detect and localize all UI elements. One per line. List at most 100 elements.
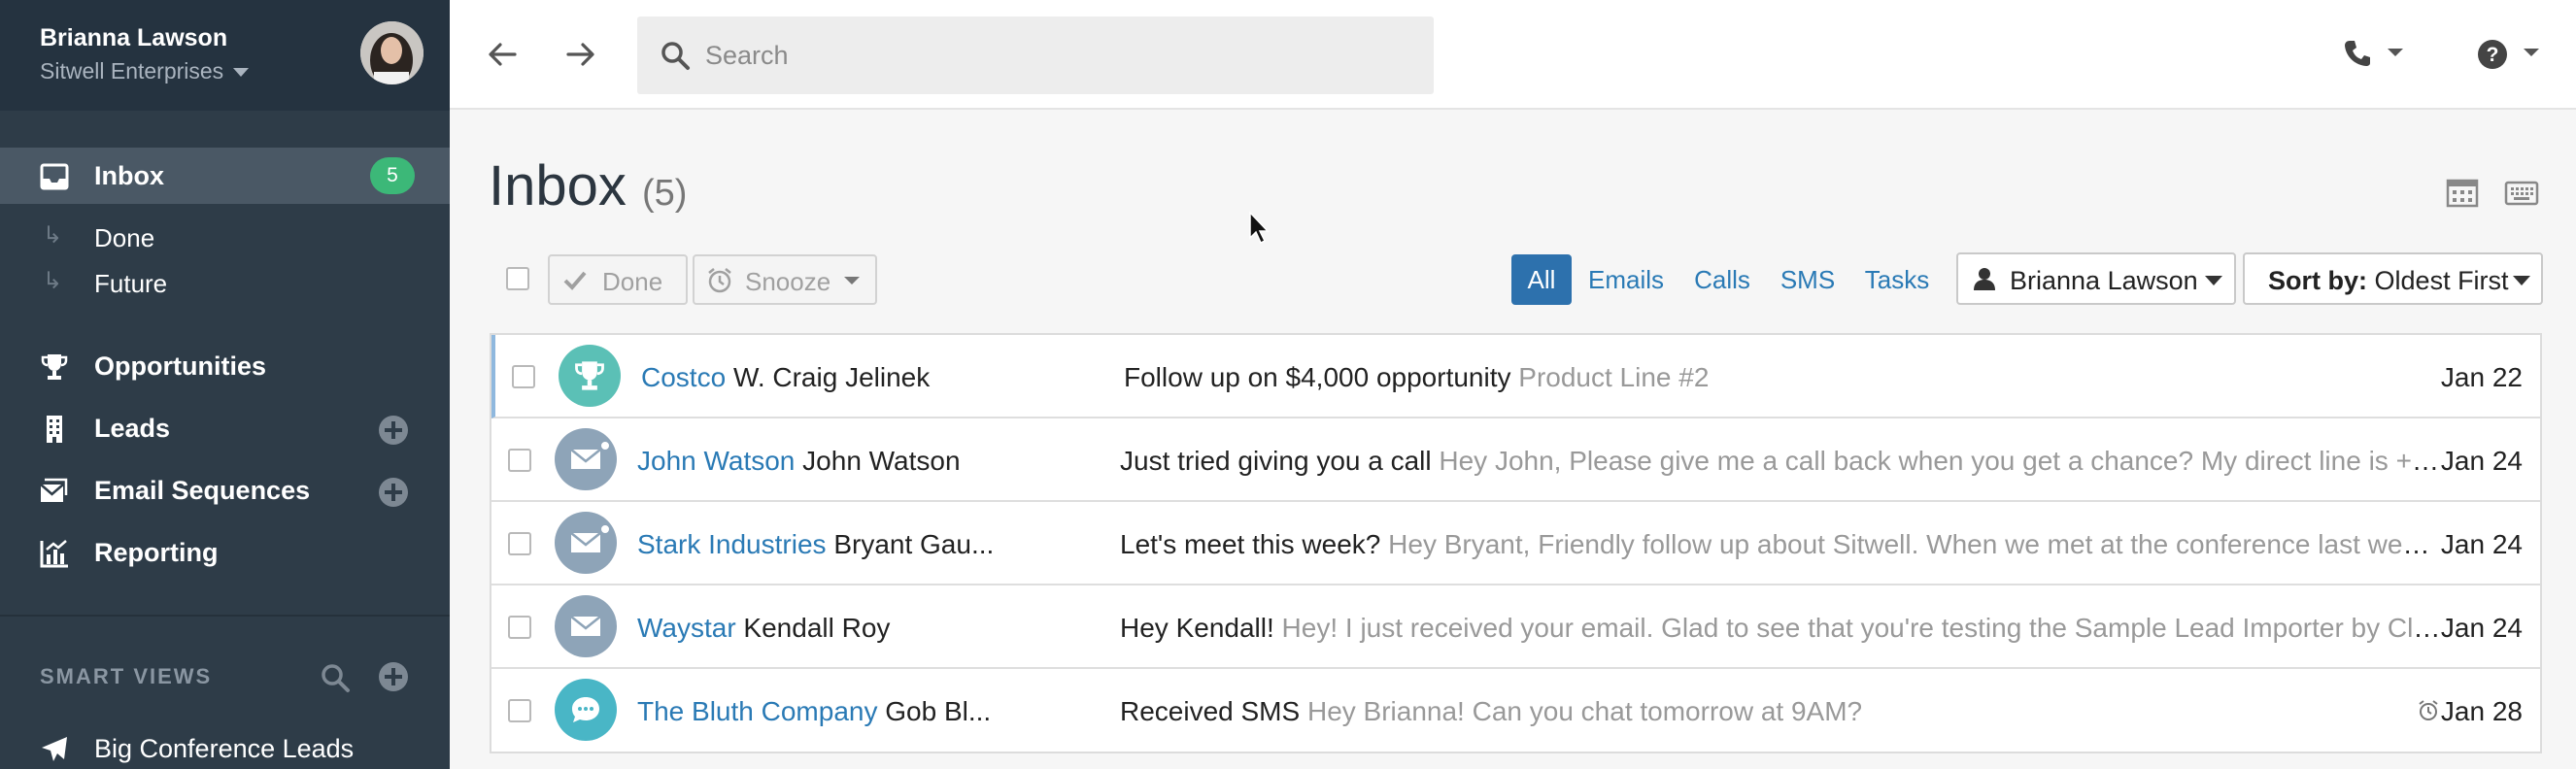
chevron-down-icon xyxy=(844,277,860,284)
email-icon xyxy=(570,616,601,636)
sort-value: Oldest First xyxy=(2374,266,2509,295)
company-link[interactable]: Costco xyxy=(641,362,726,392)
tab-emails[interactable]: Emails xyxy=(1585,254,1667,305)
tab-all[interactable]: All xyxy=(1511,254,1572,305)
chevron-down-icon xyxy=(2513,276,2530,285)
row-subject[interactable]: Received SMS Hey Brianna! Can you chat t… xyxy=(1120,696,2441,727)
user-filter-dropdown[interactable]: Brianna Lawson xyxy=(1956,252,2236,305)
preview-text: Hey! I just received your email. Glad to… xyxy=(1281,613,2441,643)
avatar[interactable] xyxy=(360,21,424,84)
row-subject[interactable]: Follow up on $4,000 opportunity Product … xyxy=(1124,362,2445,393)
contact-name[interactable]: Gob Bl... xyxy=(885,696,991,726)
unread-dot-icon xyxy=(599,523,611,535)
snooze-button[interactable]: Snooze xyxy=(693,254,877,305)
row-subject[interactable]: Hey Kendall! Hey! I just received your e… xyxy=(1120,613,2441,644)
row-lead[interactable]: Waystar Kendall Roy xyxy=(637,613,890,644)
row-checkbox[interactable] xyxy=(508,699,531,722)
tab-sms[interactable]: SMS xyxy=(1776,254,1840,305)
trophy-icon xyxy=(575,361,604,390)
contact-name[interactable]: Bryant Gau... xyxy=(833,529,994,559)
row-subject[interactable]: Just tried giving you a call Hey John, P… xyxy=(1120,446,2441,477)
sms-type-badge xyxy=(555,679,617,741)
email-type-badge xyxy=(555,595,617,657)
preview-text: Product Line #2 xyxy=(1518,362,1710,392)
chevron-down-icon xyxy=(2524,49,2539,56)
row-checkbox[interactable] xyxy=(508,449,531,472)
preview-text: Hey Bryant, Friendly follow up about Sit… xyxy=(1388,529,2441,559)
search-bar[interactable] xyxy=(637,17,1434,94)
back-arrow-icon[interactable] xyxy=(486,37,521,72)
table-row[interactable]: John Watson John Watson Just tried givin… xyxy=(491,418,2540,502)
user-name: Brianna Lawson xyxy=(40,24,228,51)
chevron-down-icon xyxy=(2388,49,2403,56)
phone-menu-button[interactable] xyxy=(2343,35,2407,74)
row-date: Jan 24 xyxy=(2440,529,2523,559)
tab-tasks[interactable]: Tasks xyxy=(1859,254,1935,305)
inbox-count-badge: 5 xyxy=(370,157,415,194)
keyboard-icon[interactable] xyxy=(2504,177,2539,208)
sidebar-item-label: Future xyxy=(94,269,168,298)
search-icon[interactable] xyxy=(320,662,351,693)
sidebar-item-email-sequences[interactable]: Email Sequences xyxy=(0,462,450,518)
user-icon xyxy=(1974,268,1995,290)
row-checkbox[interactable] xyxy=(508,532,531,555)
help-icon: ? xyxy=(2478,40,2507,69)
tab-calls[interactable]: Calls xyxy=(1688,254,1756,305)
sort-text: Sort by: Oldest First xyxy=(2268,266,2509,296)
done-button[interactable]: Done xyxy=(548,254,688,305)
table-row[interactable]: Stark Industries Bryant Gau... Let's mee… xyxy=(491,502,2540,585)
snooze-button-label: Snooze xyxy=(745,267,831,296)
email-icon xyxy=(570,449,601,469)
help-menu-button[interactable]: ? xyxy=(2477,35,2543,74)
sidebar: Brianna Lawson Sitwell Enterprises Inbox… xyxy=(0,0,450,769)
forward-arrow-icon[interactable] xyxy=(562,37,597,72)
chat-bubble-icon xyxy=(572,697,599,722)
contact-name[interactable]: John Watson xyxy=(802,446,960,476)
subject-text: Hey Kendall! xyxy=(1120,613,1274,643)
sidebar-divider xyxy=(0,615,450,617)
sidebar-item-inbox[interactable]: Inbox 5 xyxy=(0,148,450,204)
table-row[interactable]: The Bluth Company Gob Bl... Received SMS… xyxy=(491,669,2540,752)
sidebar-item-reporting[interactable]: Reporting xyxy=(0,524,450,581)
sidebar-item-opportunities[interactable]: Opportunities xyxy=(0,338,450,394)
add-smart-view-icon[interactable] xyxy=(379,662,408,691)
smart-view-big-conference-leads[interactable]: Big Conference Leads xyxy=(0,720,450,769)
sidebar-item-future[interactable]: ↳ Future xyxy=(0,259,450,304)
table-row[interactable]: Costco W. Craig Jelinek Follow up on $4,… xyxy=(491,335,2540,418)
row-lead[interactable]: The Bluth Company Gob Bl... xyxy=(637,696,991,727)
alarm-clock-icon xyxy=(2419,700,2438,720)
done-button-label: Done xyxy=(602,267,663,296)
search-input[interactable] xyxy=(705,17,1405,94)
company-link[interactable]: Waystar xyxy=(637,613,736,643)
page-title: Inbox (5) xyxy=(489,153,687,218)
company-link[interactable]: John Watson xyxy=(637,446,795,476)
row-lead[interactable]: John Watson John Watson xyxy=(637,446,961,477)
sidebar-item-done[interactable]: ↳ Done xyxy=(0,214,450,258)
calendar-icon[interactable] xyxy=(2445,177,2480,208)
row-lead[interactable]: Stark Industries Bryant Gau... xyxy=(637,529,994,560)
airplane-icon xyxy=(42,737,67,761)
row-subject[interactable]: Let's meet this week? Hey Bryant, Friend… xyxy=(1120,529,2441,560)
row-checkbox[interactable] xyxy=(508,616,531,639)
organization-switcher[interactable]: Sitwell Enterprises xyxy=(40,58,250,84)
add-sequence-icon[interactable] xyxy=(379,478,408,507)
opportunity-type-badge xyxy=(559,345,621,407)
company-link[interactable]: The Bluth Company xyxy=(637,696,877,726)
select-all-checkbox[interactable] xyxy=(506,267,529,290)
subject-text: Just tried giving you a call xyxy=(1120,446,1432,476)
sidebar-item-label: Opportunities xyxy=(94,351,266,381)
subject-text: Let's meet this week? xyxy=(1120,529,1381,559)
sidebar-item-leads[interactable]: Leads xyxy=(0,400,450,456)
sort-label: Sort by: xyxy=(2268,266,2368,295)
row-lead[interactable]: Costco W. Craig Jelinek xyxy=(641,362,930,393)
table-row[interactable]: Waystar Kendall Roy Hey Kendall! Hey! I … xyxy=(491,585,2540,669)
row-checkbox[interactable] xyxy=(512,365,535,388)
sort-dropdown[interactable]: Sort by: Oldest First xyxy=(2243,252,2543,305)
sidebar-item-label: Reporting xyxy=(94,538,219,567)
organization-name: Sitwell Enterprises xyxy=(40,58,224,84)
company-link[interactable]: Stark Industries xyxy=(637,529,827,559)
add-lead-icon[interactable] xyxy=(379,416,408,445)
contact-name[interactable]: W. Craig Jelinek xyxy=(733,362,930,392)
contact-name[interactable]: Kendall Roy xyxy=(743,613,890,643)
account-header[interactable]: Brianna Lawson Sitwell Enterprises xyxy=(0,0,450,111)
